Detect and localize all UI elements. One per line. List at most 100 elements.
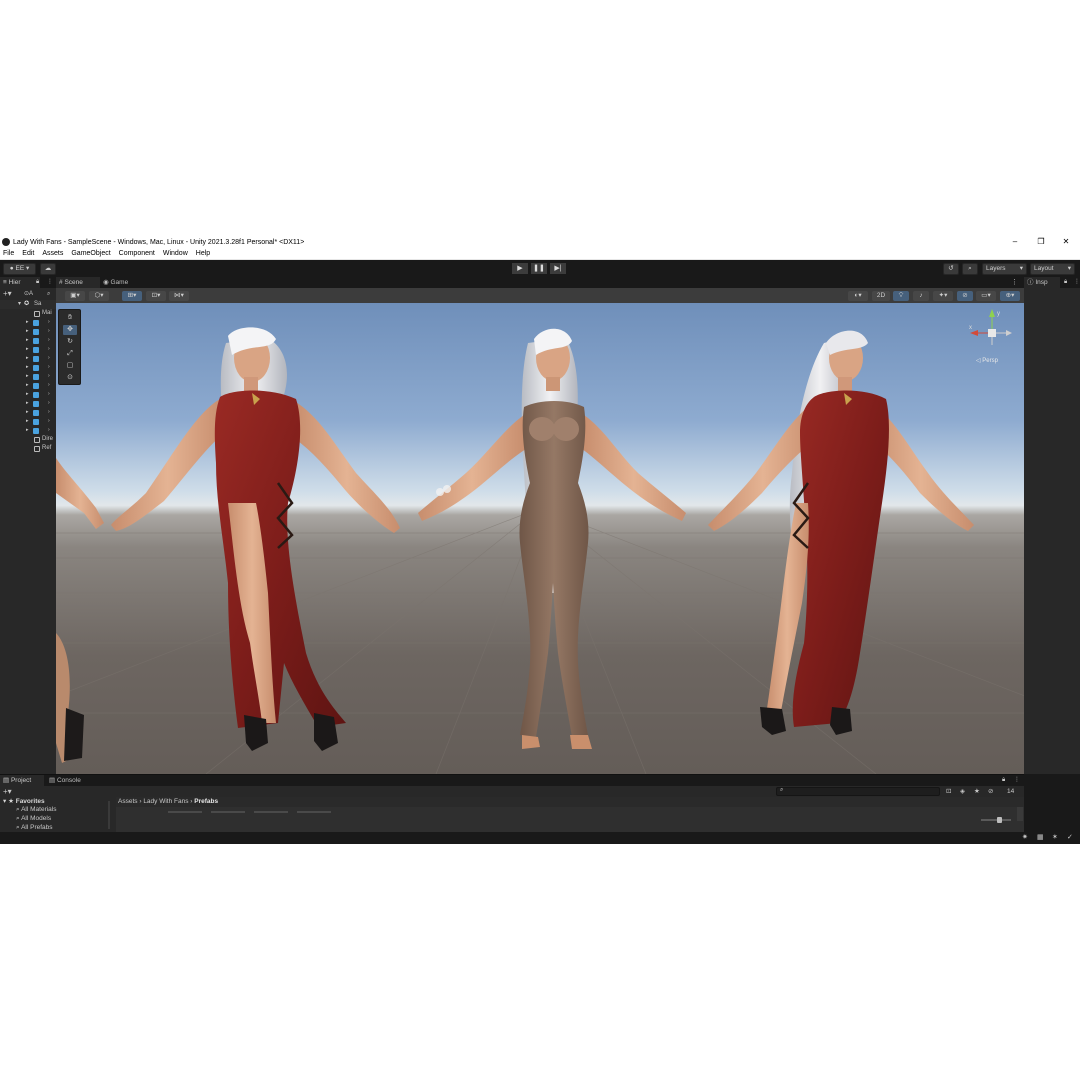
tab-game[interactable]: ◉ Game [100,277,144,288]
chevron-right-icon[interactable]: ▸ [26,363,29,372]
draw-mode-button[interactable]: ▣▾ [65,291,85,301]
2d-toggle[interactable]: 2D [872,291,890,301]
favorite-item[interactable]: ⌕ All Prefabs [16,824,53,832]
lighting-toggle[interactable]: 💡︎ [893,291,909,301]
chevron-right-icon[interactable]: ▸ [26,345,29,354]
hierarchy-item-prefab[interactable]: ▸ › [0,354,56,363]
chevron-right-icon[interactable]: ▸ [26,354,29,363]
prefab-open-icon[interactable]: › [48,390,50,399]
asset-thumbnail[interactable] [211,811,245,813]
prefab-open-icon[interactable]: › [48,372,50,381]
search-icon[interactable]: ⌕ [47,288,50,300]
tab-project[interactable]: ▤ Project [0,775,44,786]
chevron-right-icon[interactable]: ▸ [26,381,29,390]
gizmos-button[interactable]: ⊕▾ [1000,291,1020,301]
hidden-packages-icon[interactable]: ⊘ [988,786,993,797]
chevron-right-icon[interactable]: ▸ [26,327,29,336]
hierarchy-item-prefab[interactable]: ▸ › [0,381,56,390]
prefab-open-icon[interactable]: › [48,426,50,435]
hand-tool[interactable]: ✋︎ [63,313,77,323]
more-icon[interactable]: ⋮ [1011,277,1018,288]
camera-settings-button[interactable]: ▭▾ [976,291,996,301]
scene-viewport[interactable]: ✋︎ ✥ ↻ ⤢ ▢ ⊙ y x ◁ Persp [56,303,1024,774]
grid-snap-button[interactable]: ⊞▾ [122,291,142,301]
breadcrumb-item[interactable]: Assets [118,798,138,805]
tab-hierarchy[interactable]: ≡ Hier [0,277,40,288]
prefab-open-icon[interactable]: › [48,327,50,336]
prefab-open-icon[interactable]: › [48,363,50,372]
lock-icon[interactable]: 🔒︎ [1064,277,1067,288]
hierarchy-item-prefab[interactable]: ▸ › [0,417,56,426]
visibility-toggle[interactable]: ⊘ [957,291,973,301]
asset-thumbnail[interactable] [254,811,288,813]
search-button[interactable]: ⌕ [962,263,978,275]
tab-inspector[interactable]: ⓘ Insp [1024,277,1060,288]
prefab-open-icon[interactable]: › [48,417,50,426]
menu-component[interactable]: Component [119,250,155,257]
more-icon[interactable]: ⋮ [47,277,53,288]
chevron-right-icon[interactable]: ▸ [26,399,29,408]
chevron-right-icon[interactable]: ▸ [26,336,29,345]
menu-assets[interactable]: Assets [42,250,63,257]
check-icon[interactable]: ✓ [1067,832,1073,844]
hierarchy-item-prefab[interactable]: ▸ › [0,345,56,354]
prefab-open-icon[interactable]: › [48,345,50,354]
lock-icon[interactable]: 🔒︎ [1002,775,1005,786]
hierarchy-item-light[interactable]: Dire [0,435,56,444]
menu-gameobject[interactable]: GameObject [71,250,110,257]
asset-thumbnail[interactable] [168,811,202,813]
minimize-button[interactable]: – [1002,236,1028,248]
hierarchy-item-prefab[interactable]: ▸ › [0,426,56,435]
more-icon[interactable]: ⋮ [1074,277,1080,288]
hierarchy-item-prefab[interactable]: ▸ › [0,327,56,336]
hierarchy-item-prefab[interactable]: ▸ › [0,390,56,399]
effects-toggle[interactable]: ✦▾ [933,291,953,301]
chevron-right-icon[interactable]: ▸ [26,318,29,327]
menu-file[interactable]: File [3,250,14,257]
transform-tool[interactable]: ⊙ [63,373,77,383]
prefab-open-icon[interactable]: › [48,336,50,345]
move-tool[interactable]: ✥ [63,325,77,335]
prefab-open-icon[interactable]: › [48,381,50,390]
favorites-header[interactable]: ▾ ★ Favorites [3,797,45,805]
menu-edit[interactable]: Edit [22,250,34,257]
cache-icon[interactable]: ▦ [1037,832,1044,844]
menu-help[interactable]: Help [196,250,210,257]
breadcrumb-item[interactable]: Lady With Fans [143,798,188,805]
step-button[interactable]: ▶| [550,263,566,274]
pause-button[interactable]: ❚❚ [531,263,547,274]
tab-console[interactable]: ▤ Console [46,775,94,786]
chevron-right-icon[interactable]: ▸ [26,390,29,399]
chevron-right-icon[interactable]: ▸ [26,372,29,381]
prefab-open-icon[interactable]: › [48,408,50,417]
tab-scene[interactable]: # Scene [56,277,100,288]
chevron-right-icon[interactable]: ▸ [26,417,29,426]
auto-generate-icon[interactable]: ✶ [1052,832,1058,844]
layers-dropdown[interactable]: Layers ▾ [982,263,1027,275]
pivot-button[interactable]: ⬡▾ [89,291,109,301]
zoom-slider[interactable] [981,819,1011,821]
filter-icon[interactable]: ⊙A [24,288,33,300]
increment-snap-button[interactable]: ⊡▾ [146,291,166,301]
hierarchy-item-camera[interactable]: Mai [0,309,56,318]
hierarchy-item-prefab[interactable]: ▸ › [0,408,56,417]
chevron-right-icon[interactable]: ▸ [26,408,29,417]
rect-tool[interactable]: ▢ [63,361,77,371]
hierarchy-item-prefab[interactable]: ▸ › [0,399,56,408]
hierarchy-item-prefab[interactable]: ▸ › [0,336,56,345]
add-icon[interactable]: +▾ [3,786,12,797]
favorite-item[interactable]: ⌕ All Materials [16,806,57,814]
hierarchy-item-prefab[interactable]: ▸ › [0,363,56,372]
lock-icon[interactable]: 🔒︎ [36,277,39,288]
play-button[interactable]: ▶ [512,263,528,274]
audio-toggle[interactable]: ♪ [913,291,929,301]
chevron-right-icon[interactable]: ▸ [26,426,29,435]
hierarchy-item-prefab[interactable]: ▸ › [0,372,56,381]
asset-thumbnail[interactable] [297,811,331,813]
favorite-item[interactable]: ⌕ All Models [16,815,51,823]
cloud-button[interactable]: ☁ [40,263,56,275]
rotate-tool[interactable]: ↻ [63,337,77,347]
breadcrumb-item-current[interactable]: Prefabs [194,798,218,805]
favorite-icon[interactable]: ★ [974,786,980,797]
zoom-slider-thumb[interactable] [997,817,1002,823]
